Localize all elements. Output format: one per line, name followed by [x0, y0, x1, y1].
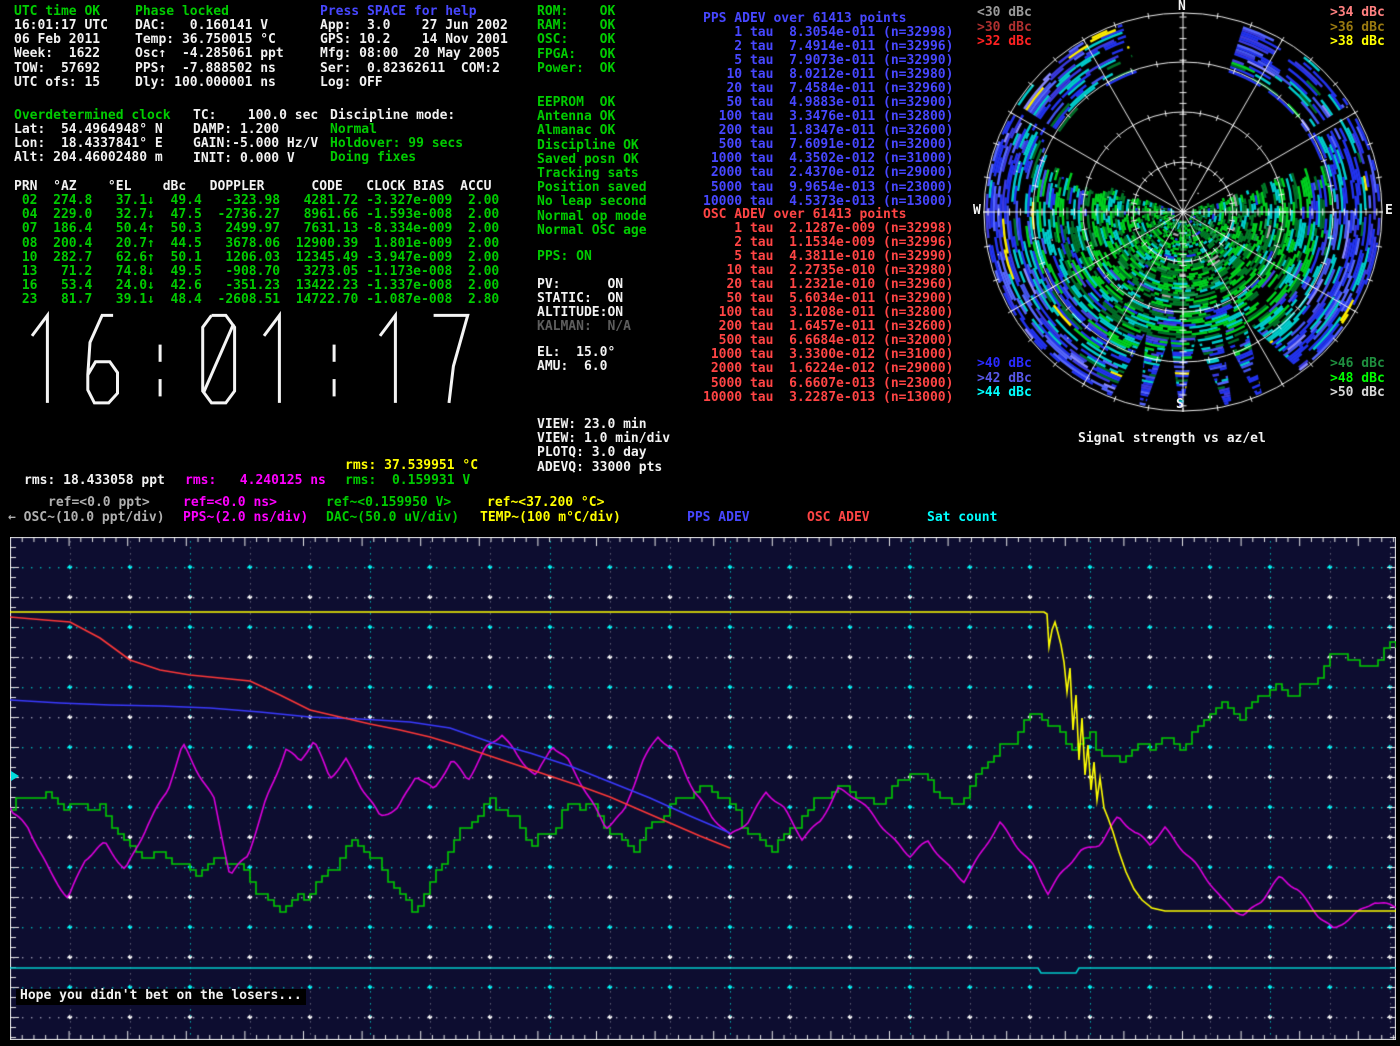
dbc-legend-item: >32 dBc [977, 35, 1032, 50]
dac-scale-label: DAC~(50.0 uV/div) [326, 511, 459, 525]
pps-scale-label: PPS~(2.0 ns/div) [183, 511, 308, 525]
dbc-legend-item: >34 dBc [1330, 6, 1385, 21]
dbc-legend-bottom-right: >46 dBc>48 dBc>50 dBc [1330, 357, 1385, 401]
kalman-state: KALMAN: N/A [537, 320, 631, 334]
osc-adev-legend: OSC ADEV [807, 511, 870, 525]
pps-adev-rows: 1 tau 8.3054e-011 (n=32998) 2 tau 7.4914… [703, 26, 953, 209]
gps-status-block: EEPROM OK Antenna OK Almanac OK Discipli… [537, 96, 647, 238]
pps-rms: rms: 4.240125 ns [185, 474, 326, 488]
dac-ref: ref~<0.159950 V> [326, 496, 451, 510]
compass-east: E [1385, 204, 1393, 218]
dbc-legend-item: >36 dBc [1330, 21, 1385, 36]
sat-table-rows: 02 274.8 37.1↓ 49.4 -323.98 4281.72 -3.3… [14, 194, 499, 308]
polar-caption: Signal strength vs az/el [1078, 432, 1266, 446]
dbc-legend-top-left: <30 dBc>30 dBc>32 dBc [977, 6, 1032, 50]
pps-state: PPS: ON [537, 250, 592, 264]
compass-south: S [1176, 398, 1184, 412]
version-block: App: 3.0 27 Jun 2002 GPS: 10.2 14 Nov 20… [320, 19, 508, 90]
dbc-legend-item: >48 dBc [1330, 372, 1385, 387]
sat-count-legend: Sat count [927, 511, 997, 525]
discipline-mode-block: Normal Holdover: 99 secs Doing fixes [330, 123, 463, 166]
dac-rms: rms: 0.159931 V [345, 474, 470, 488]
osc-rms: rms: 18.433058 ppt [24, 474, 165, 488]
status-message: Hope you didn't bet on the losers... [16, 989, 306, 1005]
dbc-legend-item: >30 dBc [977, 21, 1032, 36]
strip-chart-canvas [10, 537, 1396, 1040]
mask-block: EL: 15.0° AMU: 6.0 [537, 346, 615, 374]
dbc-legend-item: >40 dBc [977, 357, 1032, 372]
dbc-legend-item: <30 dBc [977, 6, 1032, 21]
lady-heather-console: UTC time OK 16:01:17 UTC 06 Feb 2011 Wee… [0, 0, 1400, 1046]
pps-adev-legend: PPS ADEV [687, 511, 750, 525]
osc-adev-rows: 1 tau 2.1287e-009 (n=32998) 2 tau 1.1534… [703, 222, 953, 405]
osc-scale-label: ← OSC~(10.0 ppt/div) [8, 511, 165, 525]
dbc-legend-item: >46 dBc [1330, 357, 1385, 372]
temp-scale-label: TEMP~(100 m°C/div) [480, 511, 621, 525]
dbc-legend-top-right: >34 dBc>36 dBc>38 dBc [1330, 6, 1385, 50]
signal-strength-polar-map [983, 12, 1383, 412]
temp-rms: rms: 37.539951 °C [345, 459, 478, 473]
osc-ref: ref=<0.0 ppt> [48, 496, 150, 510]
utc-time-block: 16:01:17 UTC 06 Feb 2011 Week: 1622 TOW:… [14, 19, 108, 90]
sat-count-scale-marker-icon [11, 771, 19, 781]
view-queue-block: VIEW: 23.0 min VIEW: 1.0 min/div PLOTQ: … [537, 418, 670, 475]
temp-ref: ref~<37.200 °C> [487, 496, 604, 510]
strip-chart: Hope you didn't bet on the losers... [10, 537, 1396, 1040]
dbc-legend-item: >44 dBc [977, 386, 1032, 401]
compass-north: N [1178, 0, 1186, 14]
digital-clock [15, 306, 493, 410]
oscillator-block: DAC: 0.160141 V Temp: 36.750015 °C Osc↑ … [135, 19, 284, 90]
loop-params-block: TC: 100.0 sec DAMP: 1.200 GAIN:-5.000 Hz… [193, 109, 318, 166]
hardware-status-block: ROM: OK RAM: OK OSC: OK FPGA: OK Power: … [537, 5, 615, 76]
position-block: Lat: 54.4964948° N Lon: 18.4337841° E Al… [14, 123, 163, 166]
fix-mode-block: PV: ON STATIC: ON ALTITUDE:ON [537, 278, 623, 321]
dbc-legend-item: >50 dBc [1330, 386, 1385, 401]
dbc-legend-bottom-left: >40 dBc>42 dBc>44 dBc [977, 357, 1032, 401]
dbc-legend-item: >38 dBc [1330, 35, 1385, 50]
compass-west: W [973, 204, 981, 218]
pps-ref: ref=<0.0 ns> [183, 496, 277, 510]
dbc-legend-item: >42 dBc [977, 372, 1032, 387]
